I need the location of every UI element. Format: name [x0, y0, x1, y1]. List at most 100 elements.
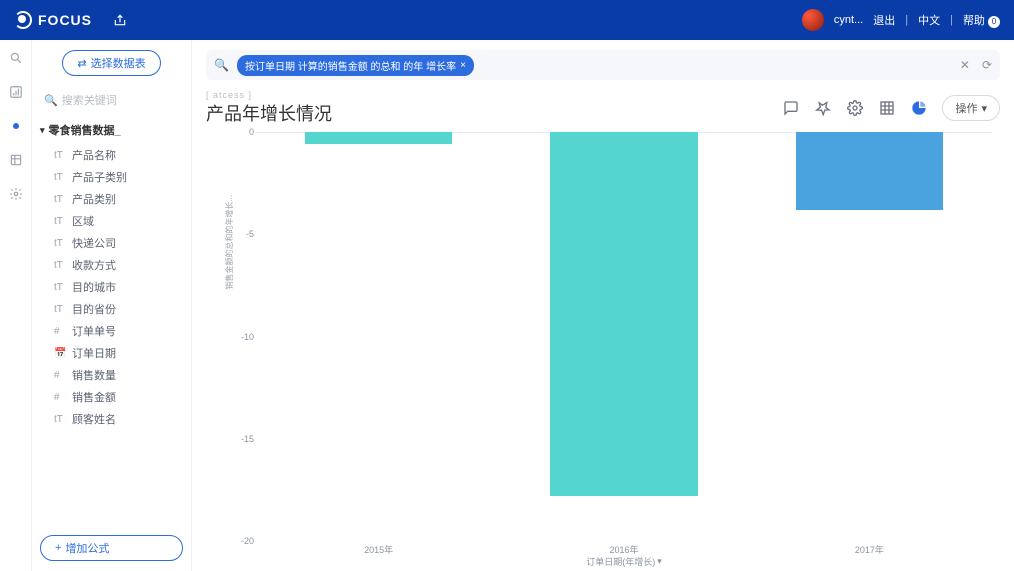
field-label: 销售金额 [72, 389, 116, 405]
gear-icon[interactable] [846, 99, 864, 117]
field-item[interactable]: # 订单单号 [40, 320, 183, 342]
field-label: 产品名称 [72, 147, 116, 163]
field-item[interactable]: tT目的省份 [40, 298, 183, 320]
x-tick: 2015年 [364, 543, 393, 556]
pin-icon[interactable] [814, 99, 832, 117]
clear-icon[interactable]: ✕ [960, 58, 970, 72]
sidebar-search-placeholder: 搜索关键词 [62, 92, 117, 108]
rail-dashboard-icon[interactable] [8, 84, 24, 100]
field-item[interactable]: tT 产品名称 [40, 144, 183, 166]
field-item[interactable]: tT 产品子类别 [40, 166, 183, 188]
avatar[interactable] [802, 9, 824, 31]
logout-link[interactable]: 退出 [873, 12, 895, 28]
bar[interactable] [550, 132, 697, 496]
sep: | [950, 14, 953, 26]
y-axis: 销售金额的总和的年增长... 0-5-10-15-20 [226, 132, 254, 541]
field-item[interactable]: 📅 订单日期 [40, 342, 183, 364]
field-type-icon: tT [54, 172, 66, 183]
field-label: 区域 [72, 213, 94, 229]
field-label: 订单日期 [72, 345, 116, 361]
field-type-icon: tT [54, 304, 66, 315]
field-type-icon: # [54, 392, 66, 403]
y-tick: -20 [241, 536, 254, 546]
add-formula-label: 增加公式 [65, 540, 109, 556]
field-item[interactable]: tT 快递公司 [40, 232, 183, 254]
y-tick: -5 [246, 229, 254, 239]
y-tick: -10 [241, 332, 254, 342]
field-item[interactable]: tT 收款方式 [40, 254, 183, 276]
select-data-button[interactable]: ⇄ 选择数据表 [62, 50, 160, 76]
field-type-icon: tT [54, 260, 66, 271]
field-label: 目的城市 [72, 279, 116, 295]
x-axis-label[interactable]: 订单日期(年增长)▾ [586, 555, 662, 568]
refresh-icon[interactable]: ⟳ [982, 58, 992, 72]
field-label: 顾客姓名 [72, 411, 116, 427]
field-item[interactable]: tT 区域 [40, 210, 183, 232]
x-tick: 2017年 [855, 543, 884, 556]
table-icon[interactable] [878, 99, 896, 117]
field-label: 收款方式 [72, 257, 116, 273]
plus-icon: + [55, 542, 61, 554]
field-type-icon: 📅 [54, 348, 66, 359]
share-icon[interactable] [110, 10, 130, 30]
bar[interactable] [305, 132, 452, 144]
comment-icon[interactable] [782, 99, 800, 117]
sidebar-search[interactable]: 🔍 搜索关键词 [40, 90, 183, 110]
sidebar: ⇄ 选择数据表 🔍 搜索关键词 零食销售数据_ tT产品名称tT产品子类别tT产… [32, 40, 192, 571]
chart-icon[interactable] [910, 99, 928, 117]
field-item[interactable]: tT顾客姓名 [40, 408, 183, 430]
header-right: cynt... 退出 | 中文 | 帮助 0 [802, 9, 1000, 31]
swap-icon: ⇄ [77, 57, 86, 70]
help-link[interactable]: 帮助 0 [963, 12, 1000, 28]
rail-data-icon[interactable] [8, 152, 24, 168]
rail-search-icon[interactable] [8, 50, 24, 66]
user-name[interactable]: cynt... [834, 14, 863, 26]
y-tick: -15 [241, 434, 254, 444]
operation-button[interactable]: 操作▾ [942, 95, 1000, 121]
nav-rail [0, 40, 32, 571]
field-label: 快递公司 [72, 235, 116, 251]
field-label: 产品子类别 [72, 169, 127, 185]
toolbar: 操作▾ [782, 95, 1000, 121]
chevron-down-icon: ▾ [657, 556, 662, 567]
field-group[interactable]: 零食销售数据_ [40, 122, 183, 138]
field-label: 销售数量 [72, 367, 116, 383]
query-chip[interactable]: 按订单日期 计算的销售金额 的总和 的年 增长率 × [237, 55, 474, 76]
rail-active-icon[interactable] [8, 118, 24, 134]
field-label: 产品类别 [72, 191, 116, 207]
brand-text: FOCUS [38, 12, 92, 28]
plot-area [256, 132, 992, 541]
field-type-icon: # [54, 370, 66, 381]
sep: | [905, 14, 908, 26]
search-icon: 🔍 [44, 94, 58, 107]
main-panel: 🔍 按订单日期 计算的销售金额 的总和 的年 增长率 × ✕ ⟳ [ atces… [192, 40, 1014, 571]
field-item[interactable]: # 销售数量 [40, 364, 183, 386]
y-axis-label: 销售金额的总和的年增长... [224, 194, 235, 289]
chevron-down-icon: ▾ [981, 102, 987, 115]
logo-icon [14, 11, 32, 29]
field-type-icon: tT [54, 150, 66, 161]
field-type-icon: tT [54, 216, 66, 227]
field-type-icon: # [54, 326, 66, 337]
brand-logo: FOCUS [14, 11, 92, 29]
lang-link[interactable]: 中文 [918, 12, 940, 28]
bar[interactable] [796, 132, 943, 210]
y-tick: 0 [249, 127, 254, 137]
query-bar[interactable]: 🔍 按订单日期 计算的销售金额 的总和 的年 增长率 × ✕ ⟳ [206, 50, 1000, 80]
field-item[interactable]: tT产品类别 [40, 188, 183, 210]
title-row: [ atcess ] 产品年增长情况 操作▾ [206, 90, 1000, 126]
field-item[interactable]: tT 目的城市 [40, 276, 183, 298]
rail-settings-icon[interactable] [8, 186, 24, 202]
field-type-icon: tT [54, 282, 66, 293]
chip-close-icon[interactable]: × [460, 60, 466, 71]
field-type-icon: tT [54, 238, 66, 249]
x-axis: 2015年2016年2017年 订单日期(年增长)▾ [256, 541, 992, 571]
field-label: 订单单号 [72, 323, 116, 339]
query-chip-text: 按订单日期 计算的销售金额 的总和 的年 增长率 [245, 58, 456, 73]
app-header: FOCUS cynt... 退出 | 中文 | 帮助 0 [0, 0, 1014, 40]
chart-area: 销售金额的总和的年增长... 0-5-10-15-20 2015年2016年20… [206, 132, 1000, 571]
breadcrumb: [ atcess ] [206, 90, 332, 100]
field-item[interactable]: # 销售金额 [40, 386, 183, 408]
field-list: 零食销售数据_ tT产品名称tT产品子类别tT产品类别tT区域tT快递公司tT收… [40, 122, 183, 430]
add-formula-button[interactable]: + 增加公式 [40, 535, 183, 561]
